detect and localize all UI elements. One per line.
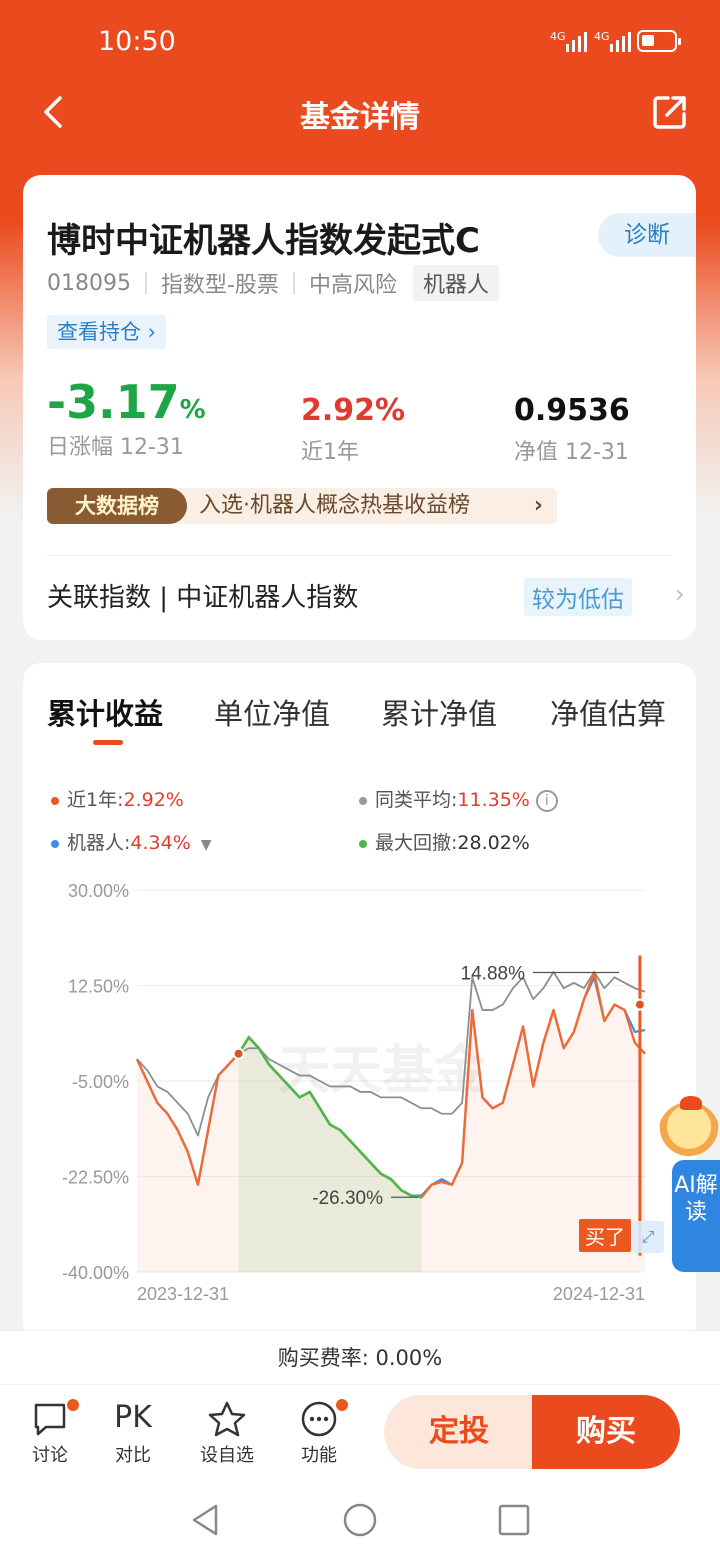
- y-tick-label: -40.00%: [62, 1263, 129, 1283]
- ai-interpret-label: AI解读: [672, 1160, 720, 1272]
- daily-change-label: 日涨幅 12-31: [47, 435, 184, 460]
- pk-icon: PK: [114, 1400, 152, 1435]
- mascot-icon: [658, 1096, 720, 1164]
- share-icon[interactable]: [650, 92, 690, 132]
- performance-card: 累计收益 单位净值 累计净值 净值估算 近1年:2.92% 同类平均:11.35…: [23, 663, 696, 1343]
- status-bar: 10:50 4G 4G: [0, 0, 720, 80]
- legend-robot-index[interactable]: 机器人:4.34% ▼: [51, 828, 212, 855]
- view-holdings-link[interactable]: 查看持仓 ›: [47, 315, 167, 349]
- more-icon: [284, 1395, 354, 1441]
- chat-bubble-icon: [15, 1395, 85, 1441]
- nav-value: 0.9536: [514, 393, 630, 428]
- end-point: [633, 998, 646, 1011]
- daily-change-value: -3.17: [47, 375, 180, 429]
- page-title: 基金详情: [300, 100, 420, 135]
- add-watchlist-button[interactable]: 设自选: [192, 1395, 262, 1467]
- tab-cumulative-return[interactable]: 累计收益: [47, 691, 163, 733]
- nav-stat: 0.9536 净值 12-31: [514, 393, 630, 466]
- fee-value: 0.00%: [375, 1346, 443, 1370]
- legend-value: 11.35%: [457, 789, 530, 811]
- signal-icon-2: [610, 30, 631, 52]
- tab-cumulative-nav[interactable]: 累计净值: [381, 691, 497, 733]
- fund-code: 018095: [47, 270, 131, 296]
- buy-marker[interactable]: 买了: [579, 1219, 631, 1252]
- functions-button[interactable]: 功能: [284, 1395, 354, 1467]
- related-index[interactable]: 关联指数 | 中证机器人指数: [47, 577, 358, 614]
- tab-unit-nav[interactable]: 单位净值: [214, 691, 330, 733]
- ranking-badge: 大数据榜: [47, 488, 187, 524]
- legend-label: 机器人:: [67, 832, 131, 854]
- fund-summary-card: 博时中证机器人指数发起式C 诊断 018095 指数型-股票 中高风险 机器人 …: [23, 175, 696, 640]
- watchlist-label: 设自选: [200, 1445, 254, 1466]
- fee-label: 购买费率:: [277, 1346, 369, 1370]
- fund-meta: 018095 指数型-股票 中高风险 机器人: [47, 265, 499, 301]
- year-return-stat: 2.92% 近1年: [301, 393, 405, 466]
- functions-label: 功能: [301, 1445, 337, 1466]
- daily-change-unit: %: [179, 395, 206, 425]
- nav-bar: 基金详情: [0, 80, 720, 144]
- bottom-action-bar: 讨论 PK 对比 设自选 功能 定投 购买: [0, 1384, 720, 1480]
- legend-peer-average: 同类平均:11.35% i: [359, 785, 558, 812]
- fee-bar: 购买费率: 0.00%: [0, 1330, 720, 1384]
- legend-label: 最大回撤:: [375, 832, 458, 854]
- caret-down-icon: ▼: [200, 837, 212, 853]
- diagnose-button[interactable]: 诊断: [598, 213, 696, 257]
- nav-back-icon[interactable]: [188, 1502, 224, 1538]
- legend-label: 同类平均:: [375, 789, 458, 811]
- battery-icon: [637, 30, 681, 52]
- chevron-right-icon: ›: [533, 493, 543, 518]
- signal-icon-1: [566, 30, 587, 52]
- legend-value: 2.92%: [123, 789, 184, 811]
- daily-change-stat: -3.17% 日涨幅 12-31: [47, 375, 206, 461]
- discuss-button[interactable]: 讨论: [15, 1395, 85, 1467]
- legend-max-drawdown: 最大回撤:28.02%: [359, 828, 530, 855]
- legend-value: 28.02%: [457, 832, 530, 854]
- expand-icon[interactable]: ⤢: [632, 1221, 664, 1253]
- x-tick-label: 2023-12-31: [137, 1284, 229, 1304]
- ranking-banner[interactable]: 大数据榜 入选·机器人概念热基收益榜 ›: [47, 488, 557, 524]
- divider: [47, 555, 672, 556]
- signal-label-1: 4G: [550, 30, 566, 43]
- chart-tabs: 累计收益 单位净值 累计净值 净值估算: [23, 691, 696, 751]
- year-return-label: 近1年: [301, 440, 359, 465]
- legend-near-year: 近1年:2.92%: [51, 785, 184, 812]
- nav-home-icon[interactable]: [342, 1502, 378, 1538]
- x-tick-label: 2024-12-31: [553, 1284, 645, 1304]
- fund-type: 指数型-股票: [160, 273, 279, 298]
- peak-annotation: 14.88%: [461, 964, 526, 985]
- ranking-text: 入选·机器人概念热基收益榜: [199, 493, 470, 518]
- nav-label: 净值 12-31: [514, 440, 629, 465]
- star-icon: [192, 1395, 262, 1441]
- chevron-right-icon[interactable]: ›: [675, 580, 685, 608]
- info-icon[interactable]: i: [535, 789, 558, 812]
- theme-tag[interactable]: 机器人: [412, 265, 499, 301]
- peak-point: [232, 1047, 245, 1060]
- y-tick-label: 30.00%: [68, 881, 129, 901]
- valuation-tag[interactable]: 较为低估: [524, 578, 632, 616]
- sip-button[interactable]: 定投: [384, 1395, 534, 1469]
- y-tick-label: 12.50%: [68, 977, 129, 997]
- fund-risk: 中高风险: [308, 273, 397, 298]
- year-return-value: 2.92%: [301, 393, 406, 428]
- fund-name: 博时中证机器人指数发起式C: [47, 221, 480, 261]
- active-tab-indicator: [93, 740, 123, 745]
- system-nav-bar: [0, 1480, 720, 1560]
- signal-label-2: 4G: [594, 30, 610, 43]
- fund-area: [137, 972, 645, 1272]
- compare-label: 对比: [115, 1445, 151, 1466]
- legend-label: 近1年:: [67, 789, 124, 811]
- y-tick-label: -5.00%: [72, 1072, 129, 1092]
- nav-recents-icon[interactable]: [496, 1502, 532, 1538]
- trough-annotation: -26.30%: [312, 1188, 383, 1209]
- compare-button[interactable]: PK 对比: [98, 1395, 168, 1467]
- buy-button[interactable]: 购买: [532, 1395, 680, 1469]
- tab-nav-estimate[interactable]: 净值估算: [550, 691, 666, 733]
- y-tick-label: -22.50%: [62, 1168, 129, 1188]
- status-time: 10:50: [98, 26, 176, 57]
- ai-interpret-float[interactable]: AI解读: [658, 1096, 720, 1272]
- legend-value: 4.34%: [130, 832, 191, 854]
- discuss-label: 讨论: [32, 1445, 68, 1466]
